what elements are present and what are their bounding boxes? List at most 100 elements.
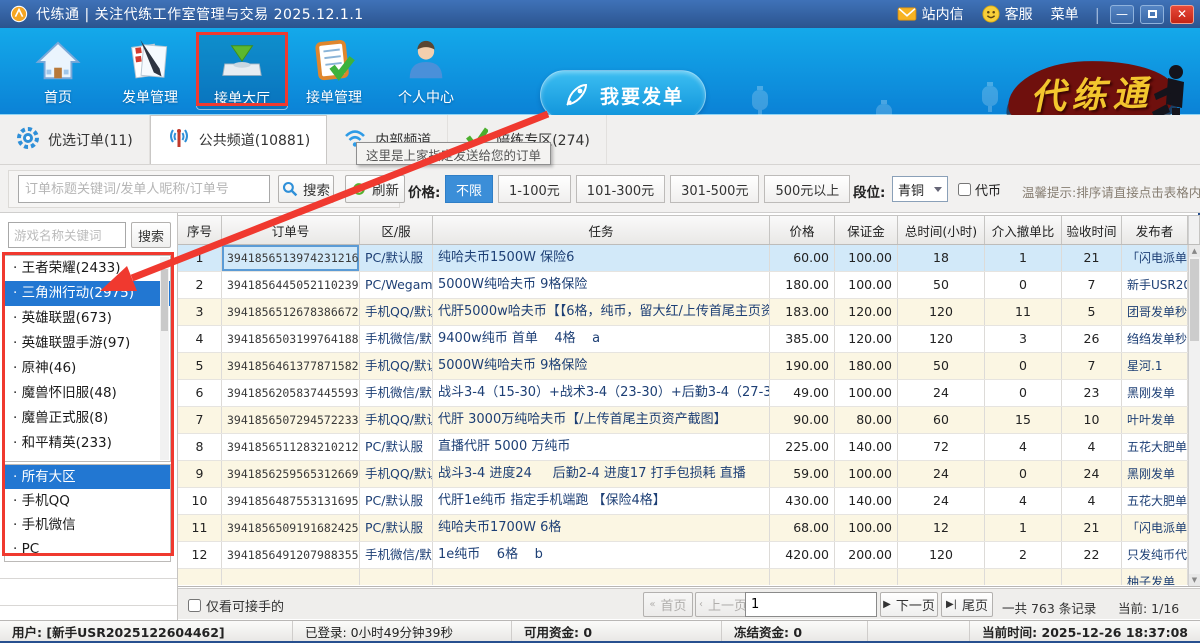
order-cell: 4 — [985, 434, 1062, 460]
column-header-5[interactable]: 保证金 — [835, 216, 898, 244]
order-row[interactable]: 939418562595653126695手机QQ/默认服战斗3-4 进度24 … — [178, 461, 1200, 488]
order-row[interactable]: 839418565112832102122PC/默认服直播代肝 5000 万纯币… — [178, 434, 1200, 461]
order-row[interactable]: 239418564450521102395PC/Wegame5000W纯哈夫币 … — [178, 272, 1200, 299]
region-list-item[interactable]: PC — [5, 537, 170, 561]
nav-item-home[interactable]: 首页 — [12, 32, 104, 110]
game-list-scrollbar[interactable] — [160, 257, 169, 460]
order-row[interactable]: 1039418564875531316951PC/默认服代肝1e纯币 指定手机端… — [178, 488, 1200, 515]
refresh-button[interactable]: 刷新 — [345, 175, 405, 203]
game-list-item[interactable]: 原神(46) — [5, 356, 170, 381]
order-row[interactable]: 1239418564912079883551手机微信/默认服1e纯币 6格 b4… — [178, 542, 1200, 569]
order-cell: 120 — [898, 326, 985, 352]
column-header-6[interactable]: 总时间(小时) — [898, 216, 985, 244]
minimize-button[interactable]: — — [1110, 5, 1134, 24]
column-header-0[interactable]: 序号 — [178, 216, 222, 244]
column-header-2[interactable]: 区/服 — [360, 216, 433, 244]
order-row[interactable]: 639418562058374455939手机微信/默认服战斗3-4（15-30… — [178, 380, 1200, 407]
table-scrollbar[interactable]: ▲ ▼ — [1188, 245, 1200, 586]
table-scroll-thumb[interactable] — [1190, 259, 1199, 341]
next-page-label: 下一页 — [896, 595, 935, 614]
token-checkbox-input[interactable] — [958, 183, 971, 196]
column-header-9[interactable]: 发布者 — [1122, 216, 1188, 244]
game-list-scroll-thumb[interactable] — [161, 269, 168, 331]
order-row[interactable]: 439418565031997641880手机微信/默认服9400w纯币 首单 … — [178, 326, 1200, 353]
inbox-mail-button[interactable]: 站内信 — [891, 4, 970, 24]
game-list-item[interactable]: 英雄联盟(673) — [5, 306, 170, 331]
page-number-input[interactable] — [745, 592, 877, 617]
next-page-button[interactable]: ▶ 下一页 — [880, 592, 938, 617]
scroll-down-arrow[interactable]: ▼ — [1189, 574, 1200, 586]
order-row[interactable]: 139418565139742312161PC/默认服纯哈夫币1500W 保险6… — [178, 245, 1200, 272]
column-header-7[interactable]: 介入撤单比 — [985, 216, 1062, 244]
game-list-item[interactable]: 王者荣耀(2433) — [5, 256, 170, 281]
token-checkbox[interactable]: 代币 — [958, 180, 1001, 199]
order-cell: 180.00 — [770, 272, 835, 298]
close-button[interactable]: ✕ — [1170, 5, 1194, 24]
token-checkbox-label: 代币 — [975, 180, 1001, 199]
order-cell — [222, 569, 360, 585]
nav-item-take-hall[interactable]: 接单大厅 — [196, 32, 288, 110]
region-list-item[interactable]: 手机微信 — [5, 513, 170, 537]
game-list-item[interactable]: 魔兽怀旧服(48) — [5, 381, 170, 406]
scroll-up-arrow[interactable]: ▲ — [1189, 245, 1200, 257]
price-filter-option-1[interactable]: 1-100元 — [498, 175, 571, 203]
nav-item-take-manage[interactable]: 接单管理 — [288, 32, 380, 110]
maximize-button[interactable] — [1140, 5, 1164, 24]
order-row-clipped[interactable]: 柚子发单 — [178, 569, 1200, 585]
status-login-time: 已登录: 0小时49分钟39秒 — [293, 621, 512, 641]
tab-preferred-orders[interactable]: 优选订单(11) — [0, 115, 150, 164]
only-acceptable-checkbox-input[interactable] — [188, 599, 201, 612]
price-filter-option-4[interactable]: 500元以上 — [764, 175, 850, 203]
column-header-8[interactable]: 验收时间 — [1062, 216, 1122, 244]
nav-item-label: 个人中心 — [398, 87, 454, 107]
tab-public-channel[interactable]: 公共频道(10881) — [150, 115, 327, 164]
order-cell: 100.00 — [835, 461, 898, 487]
order-cell: 183.00 — [770, 299, 835, 325]
column-header-3[interactable]: 任务 — [433, 216, 770, 244]
order-cell: 11 — [178, 515, 222, 541]
menu-button[interactable]: 菜单 — [1045, 4, 1085, 24]
rank-dropdown[interactable]: 青铜 — [892, 176, 948, 202]
rocket-icon — [562, 81, 590, 109]
only-acceptable-checkbox[interactable]: 仅看可接手的 — [188, 596, 284, 615]
order-cell: 11 — [985, 299, 1062, 325]
game-list-item[interactable]: 英雄联盟手游(97) — [5, 331, 170, 356]
order-search-button[interactable]: 搜索 — [278, 175, 334, 203]
game-list-item[interactable]: 和平精英(233) — [5, 431, 170, 456]
order-search-input[interactable] — [18, 175, 270, 203]
game-list-item[interactable]: 三角洲行动(2975) — [5, 281, 170, 306]
region-list-item[interactable]: 手机QQ — [5, 489, 170, 513]
order-row[interactable]: 339418565126783866727手机QQ/默认服代肝5000w哈夫币【… — [178, 299, 1200, 326]
region-list-item[interactable]: 所有大区 — [5, 465, 170, 489]
order-cell: 7 — [1062, 272, 1122, 298]
order-cell: 叶叶发单 — [1122, 407, 1188, 433]
game-list-item-clipped[interactable] — [5, 456, 170, 462]
orders-panel: 序号订单号区/服任务价格保证金总时间(小时)介入撤单比验收时间发布者 13941… — [178, 215, 1200, 620]
channel-tabs: 优选订单(11)公共频道(10881)内部频道陪练专区(274) — [0, 115, 1200, 164]
order-cell: 0 — [985, 272, 1062, 298]
publish-order-button[interactable]: 我要发单 — [540, 70, 706, 120]
order-cell: 黑刚发单 — [1122, 380, 1188, 406]
order-row[interactable]: 539418564613778715828手机QQ/默认服5000W纯哈夫币 9… — [178, 353, 1200, 380]
game-list-item[interactable]: 魔兽正式服(8) — [5, 406, 170, 431]
column-header-4[interactable]: 价格 — [770, 216, 835, 244]
price-filter-option-3[interactable]: 301-500元 — [670, 175, 759, 203]
order-row[interactable]: 739418565072945722334手机QQ/默认服代肝 3000万纯哈夫… — [178, 407, 1200, 434]
price-filter-option-0[interactable]: 不限 — [445, 175, 493, 203]
nav-item-label: 首页 — [44, 87, 72, 107]
price-filter-option-2[interactable]: 101-300元 — [576, 175, 665, 203]
nav-item-send-manage[interactable]: 发单管理 — [104, 32, 196, 110]
order-cell: 手机QQ/默认服 — [360, 407, 433, 433]
order-row[interactable]: 1139418565091916824255PC/默认服纯哈夫币1700W 6格… — [178, 515, 1200, 542]
column-header-1[interactable]: 订单号 — [222, 216, 360, 244]
envelope-icon — [897, 6, 917, 22]
order-cell: 39418565072945722334 — [222, 407, 360, 433]
last-page-button[interactable]: ▶| 尾页 — [941, 592, 993, 617]
prev-page-button[interactable]: ‹ 上一页 — [695, 592, 751, 617]
game-search-input[interactable] — [8, 222, 126, 248]
game-search-button[interactable]: 搜索 — [131, 222, 171, 248]
nav-item-user-center[interactable]: 个人中心 — [380, 32, 472, 110]
first-page-button[interactable]: « 首页 — [643, 592, 693, 617]
customer-service-button[interactable]: 客服 — [976, 4, 1039, 24]
order-cell: 手机QQ/默认服 — [360, 299, 433, 325]
